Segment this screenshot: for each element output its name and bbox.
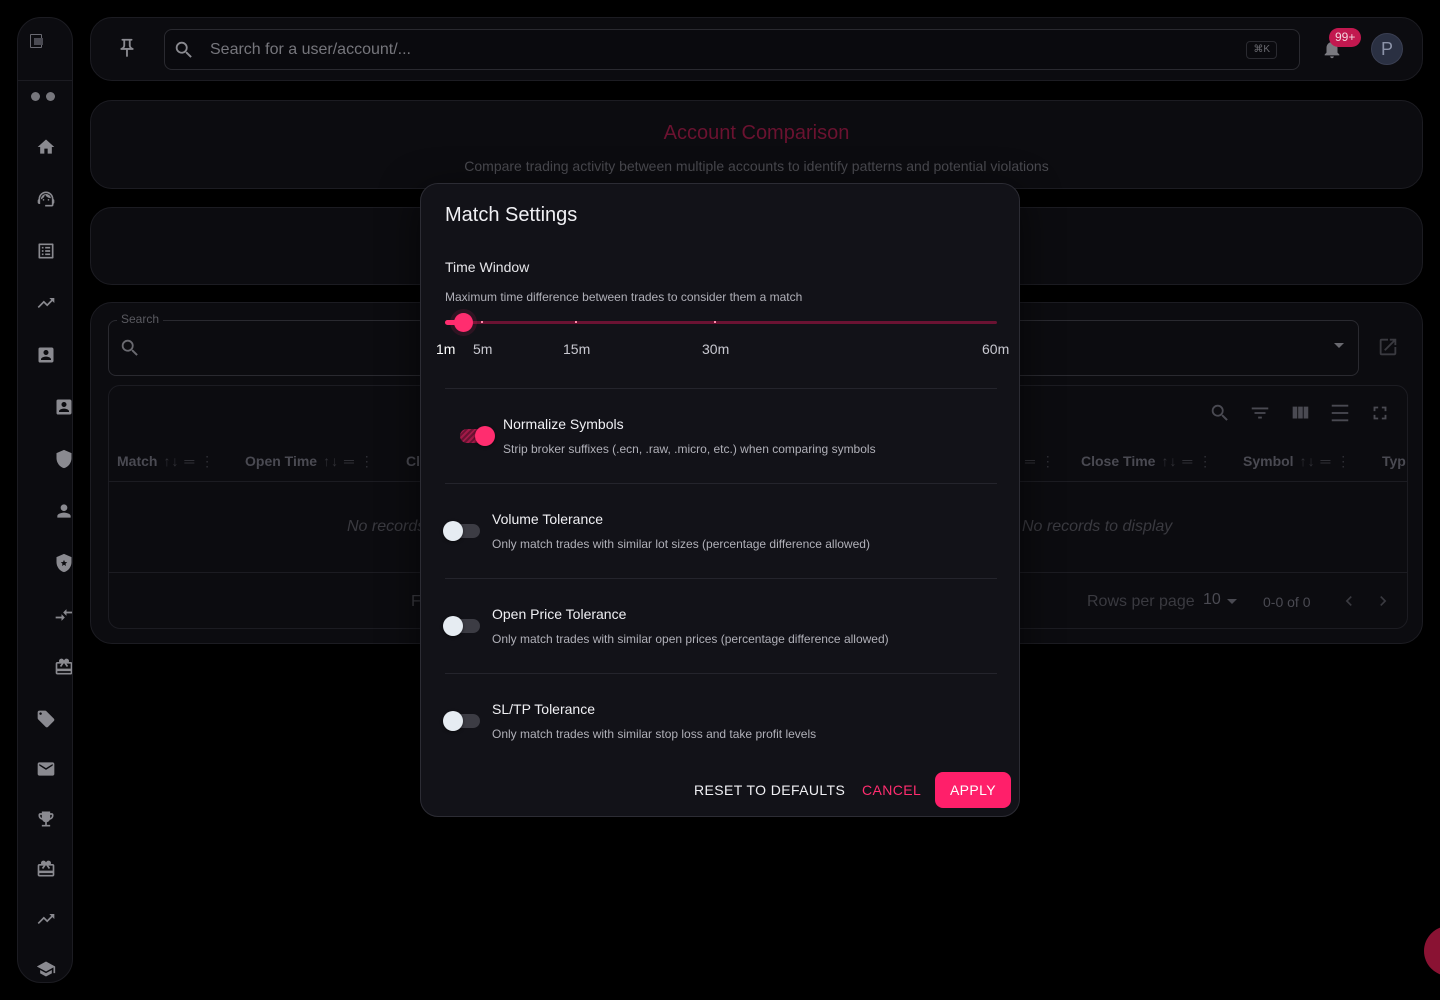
trophy-icon[interactable] <box>34 807 58 831</box>
option-description: Only match trades with similar lot sizes… <box>492 537 870 551</box>
option-description: Only match trades with similar open pric… <box>492 632 889 646</box>
contact-icon[interactable] <box>52 395 72 419</box>
option-title: Open Price Tolerance <box>492 606 627 622</box>
option-title: Volume Tolerance <box>492 511 604 527</box>
time-window-slider[interactable] <box>445 312 997 332</box>
account-box-icon[interactable] <box>34 343 58 367</box>
sidebar-divider <box>18 80 72 81</box>
tag-icon[interactable] <box>34 707 58 731</box>
open-price-tolerance-toggle[interactable] <box>443 615 481 637</box>
compare-arrows-icon[interactable] <box>52 603 72 627</box>
logo-image[interactable] <box>30 34 48 48</box>
keyboard-shortcut: ⌘K <box>1246 41 1277 59</box>
density-icon[interactable] <box>1329 402 1353 426</box>
slider-mark: 1m <box>436 341 456 357</box>
verified-shield-icon[interactable] <box>52 551 72 575</box>
search-icon[interactable] <box>1209 402 1233 426</box>
home-icon[interactable] <box>34 135 58 159</box>
divider <box>445 673 997 674</box>
chevron-down-icon[interactable] <box>1334 343 1344 348</box>
search-icon <box>119 337 141 359</box>
global-search[interactable]: ⌘K <box>164 29 1300 70</box>
sidebar-dots[interactable] <box>31 92 55 101</box>
volume-tolerance-toggle[interactable] <box>443 520 481 542</box>
school-icon[interactable] <box>34 957 58 981</box>
column-header[interactable]: Typ <box>1382 453 1406 469</box>
sidebar <box>17 17 73 983</box>
match-settings-dialog: Match Settings Time Window Maximum time … <box>420 183 1020 817</box>
reset-defaults-button[interactable]: RESET TO DEFAULTS <box>694 782 845 798</box>
pin-icon[interactable] <box>116 37 140 61</box>
trending-up-icon[interactable] <box>34 291 58 315</box>
empty-message: No records <box>347 518 426 535</box>
option-description: Only match trades with similar stop loss… <box>492 727 817 741</box>
view-column-icon[interactable] <box>1289 402 1313 426</box>
page-header: Account Comparison Compare trading activ… <box>90 100 1423 189</box>
option-title: Normalize Symbols <box>503 416 624 432</box>
filter-label: Search <box>117 312 164 326</box>
search-icon <box>173 39 195 61</box>
ticket-icon[interactable] <box>34 857 58 881</box>
column-header[interactable]: Match ↑↓ ═ ⋮ <box>117 453 215 470</box>
notification-badge: 99+ <box>1329 28 1362 47</box>
open-in-new-icon[interactable] <box>1377 336 1399 358</box>
cancel-button[interactable]: CANCEL <box>862 782 921 798</box>
divider <box>445 483 997 484</box>
table-toolbar <box>1209 402 1393 426</box>
option-title: SL/TP Tolerance <box>492 701 595 717</box>
slider-mark: 30m <box>702 341 730 357</box>
column-header[interactable]: Close Time ↑↓ ═ ⋮ <box>1081 453 1213 470</box>
avatar[interactable]: P <box>1371 33 1403 65</box>
support-agent-icon[interactable] <box>34 187 58 211</box>
empty-message: No records to display <box>1022 518 1173 535</box>
apply-button[interactable]: APPLY <box>935 772 1011 808</box>
chevron-right-icon[interactable] <box>1373 591 1393 611</box>
mail-icon[interactable] <box>34 757 58 781</box>
list-alt-icon[interactable] <box>34 239 58 263</box>
time-window-description: Maximum time difference between trades t… <box>445 290 803 304</box>
shield-icon[interactable] <box>52 447 72 471</box>
column-header[interactable]: Symbol ↑↓ ═ ⋮ <box>1243 453 1351 470</box>
trending-up-icon[interactable] <box>34 907 58 931</box>
slider-mark: 60m <box>982 341 1010 357</box>
sltp-tolerance-toggle[interactable] <box>443 710 481 732</box>
slider-mark: 15m <box>563 341 591 357</box>
chevron-down-icon[interactable] <box>1227 599 1237 604</box>
page-subtitle: Compare trading activity between multipl… <box>464 158 1049 174</box>
floating-action-button[interactable] <box>1424 926 1440 976</box>
slider-mark: 5m <box>473 341 493 357</box>
dialog-title: Match Settings <box>445 204 578 226</box>
fullscreen-icon[interactable] <box>1369 402 1393 426</box>
ticket-icon[interactable] <box>52 655 72 679</box>
divider <box>445 388 997 389</box>
slider-tick <box>575 321 577 323</box>
slider-tick <box>714 321 716 323</box>
rows-per-page-select[interactable]: 10 <box>1203 591 1221 609</box>
global-search-input[interactable] <box>210 30 1240 69</box>
option-description: Strip broker suffixes (.ecn, .raw, .micr… <box>503 442 876 456</box>
slider-tick <box>481 321 483 323</box>
slider-thumb[interactable] <box>454 313 473 332</box>
pagination-info: 0-0 of 0 <box>1263 594 1311 610</box>
column-header: ═ ⋮ <box>1025 453 1056 469</box>
column-header[interactable]: Cl <box>406 453 420 469</box>
person-icon[interactable] <box>52 499 72 523</box>
divider <box>445 578 997 579</box>
filter-list-icon[interactable] <box>1249 402 1273 426</box>
slider-rail <box>445 321 997 324</box>
normalize-symbols-toggle[interactable] <box>457 425 495 447</box>
time-window-label: Time Window <box>445 259 530 275</box>
chevron-left-icon[interactable] <box>1339 591 1359 611</box>
column-header[interactable]: Open Time ↑↓ ═ ⋮ <box>245 453 375 470</box>
page-title: Account Comparison <box>663 122 850 144</box>
top-bar: ⌘K 99+ P <box>90 17 1423 81</box>
rows-per-page-label: Rows per page <box>1087 593 1195 610</box>
